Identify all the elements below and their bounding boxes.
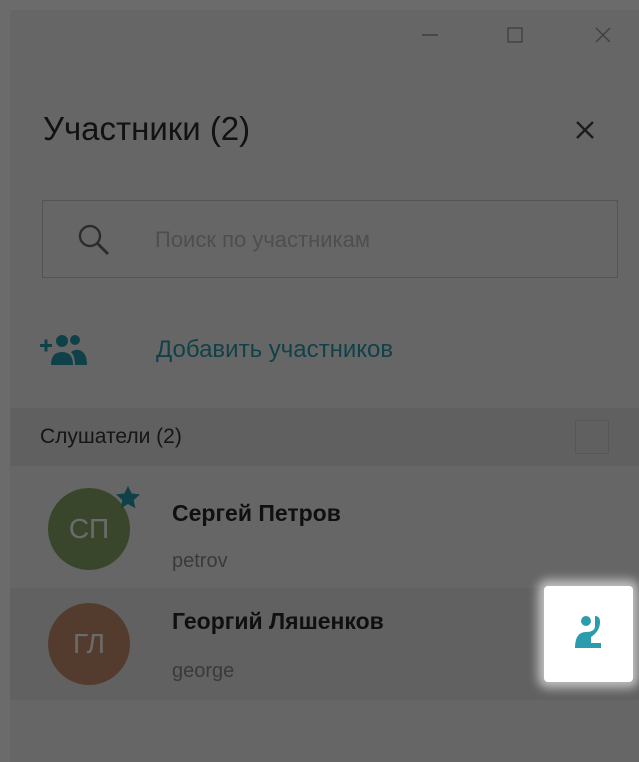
raised-hand-icon [569, 612, 609, 657]
star-icon [114, 484, 142, 517]
panel-title: Участники (2) [43, 110, 251, 147]
window-close-icon[interactable] [588, 20, 618, 50]
add-participants-label: Добавить участников [156, 336, 394, 363]
participant-login: george [172, 660, 235, 682]
search-icon [77, 223, 111, 262]
search-box[interactable] [42, 200, 618, 278]
section-menu-button[interactable] [575, 420, 609, 454]
participant-name: Георгий Ляшенков [172, 608, 384, 634]
panel-close-icon[interactable] [565, 110, 605, 150]
minimize-icon[interactable] [415, 20, 445, 50]
window-titlebar [10, 10, 639, 60]
add-user-icon [38, 330, 88, 370]
avatar: ГЛ [48, 603, 130, 685]
add-participants-button[interactable]: Добавить участников [38, 328, 393, 372]
participant-name: Сергей Петров [172, 500, 341, 526]
section-label: Слушатели (2) [40, 425, 182, 448]
participant-row[interactable]: СП Сергей Петров petrov [10, 470, 639, 578]
lower-hand-button[interactable] [544, 586, 633, 682]
listeners-section-header: Слушатели (2) [10, 408, 639, 466]
participant-login: petrov [172, 550, 228, 572]
search-input[interactable] [153, 215, 597, 265]
maximize-icon[interactable] [500, 20, 530, 50]
